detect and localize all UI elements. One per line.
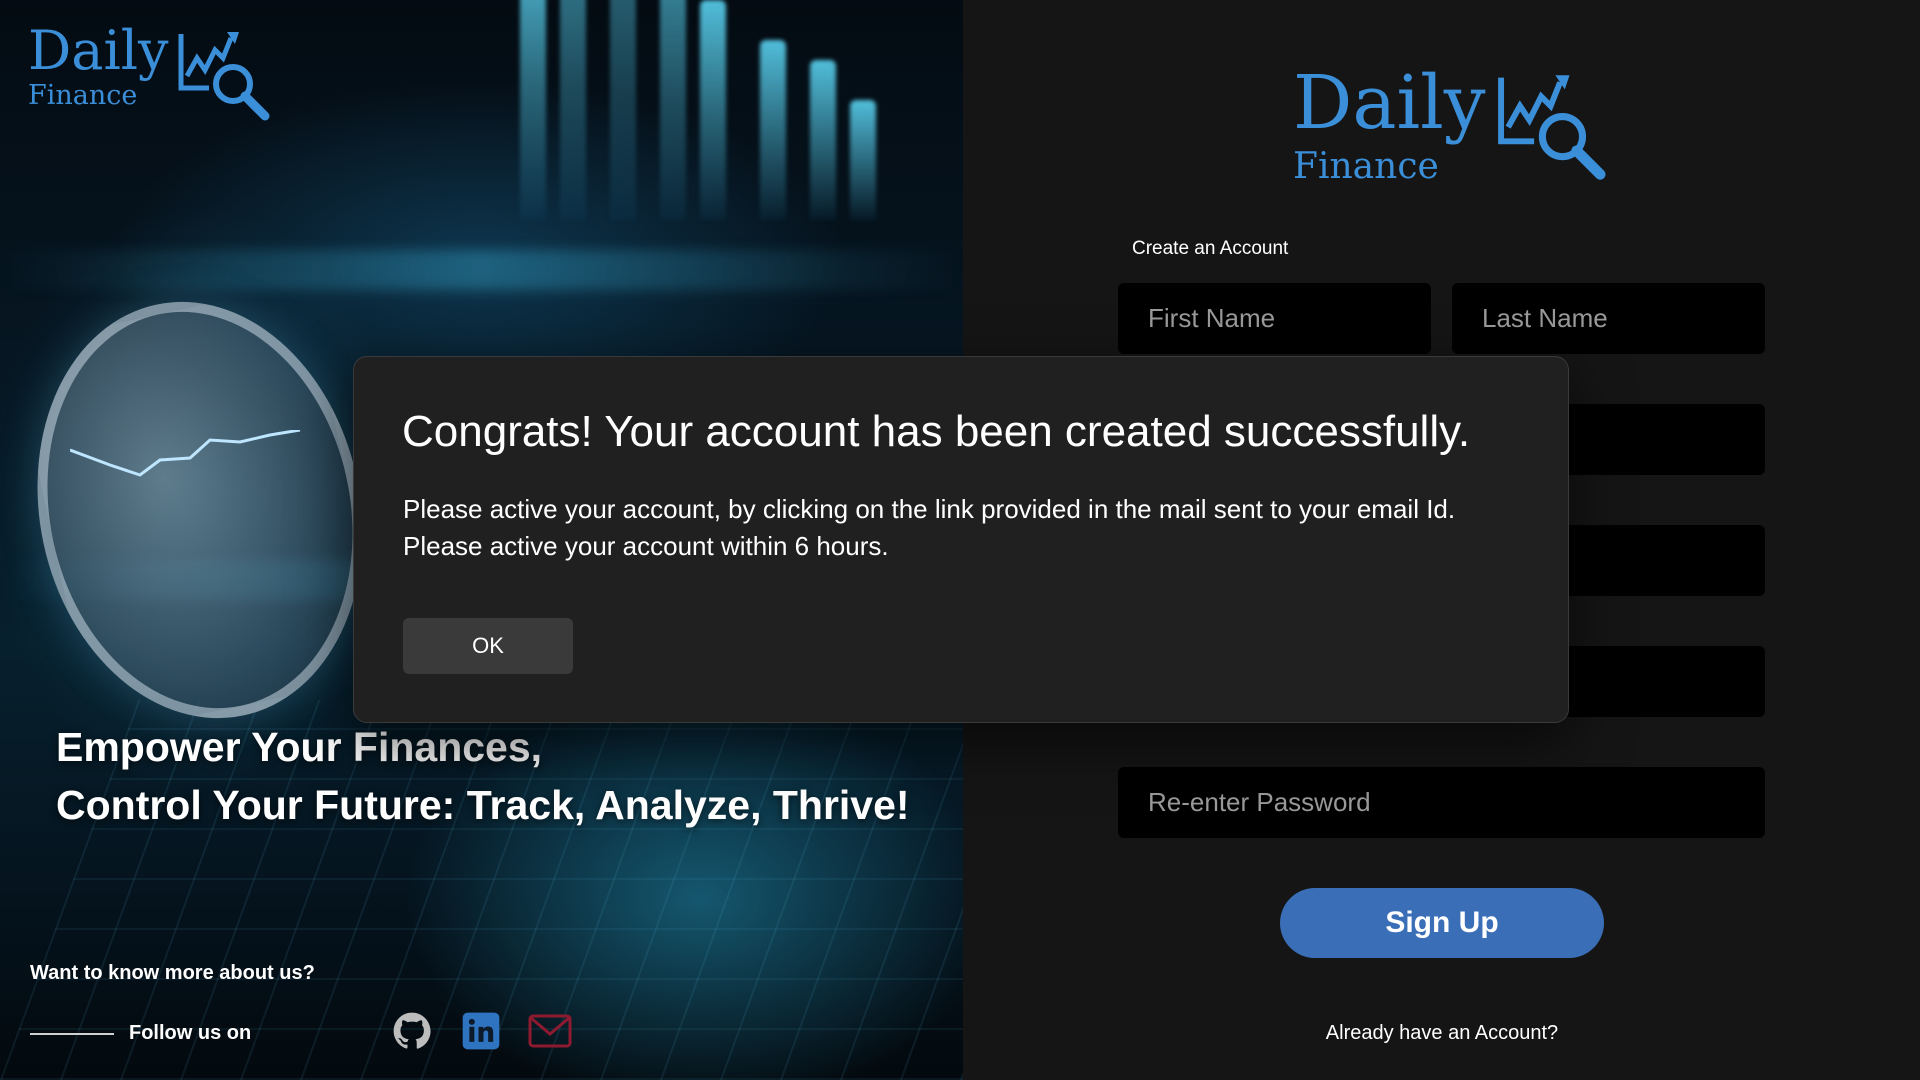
about-prompt: Want to know more about us? [30,962,315,984]
login-link[interactable]: Already have an Account? [1180,1022,1704,1045]
hero-bar [700,0,726,220]
hero-bar [810,60,836,220]
hero-bar [560,0,586,220]
dialog-message-line: Please active your account within 6 hour… [403,531,889,561]
dialog-message-line: Please active your account, by clicking … [403,494,1456,524]
tagline-line: Control Your Future: Track, Analyze, Thr… [56,782,910,828]
dialog-message: Please active your account, by clicking … [403,491,1455,565]
ok-button[interactable]: OK [403,618,573,674]
follow-label: Follow us on [129,1022,252,1044]
brand-subname: Finance [28,80,138,111]
linkedin-icon[interactable] [458,1008,504,1054]
hero-bar [850,100,876,220]
brand-name: Daily [28,19,169,82]
divider [30,1033,114,1035]
form-title: Create an Account [1132,238,1289,259]
chart-magnifier-icon [1497,75,1606,180]
lens-chart-line [70,430,301,477]
hero-tagline: Empower Your Finances, Control Your Futu… [56,718,910,834]
brand-logo: Daily Finance [28,24,275,122]
github-icon[interactable] [389,1008,435,1054]
brand-logo-large: Daily Finance [1293,66,1612,187]
mail-icon[interactable] [527,1008,573,1054]
dialog-title: Congrats! Your account has been created … [402,407,1471,456]
reenter-password-input[interactable] [1118,767,1765,838]
first-name-input[interactable] [1118,283,1431,354]
success-dialog: Congrats! Your account has been created … [353,356,1569,723]
brand-subname: Finance [1293,146,1439,187]
brand-name: Daily [1293,60,1486,146]
hero-bar [760,40,786,220]
chart-magnifier-icon [178,32,270,121]
magnifier-lens [0,271,401,749]
last-name-input[interactable] [1452,283,1765,354]
hero-glow-band [0,250,963,290]
hero-bar [520,0,546,220]
signup-button[interactable]: Sign Up [1280,888,1604,958]
hero-bar [610,0,636,220]
hero-bar [660,0,686,220]
tagline-line: Empower Your Finances, [56,724,543,770]
